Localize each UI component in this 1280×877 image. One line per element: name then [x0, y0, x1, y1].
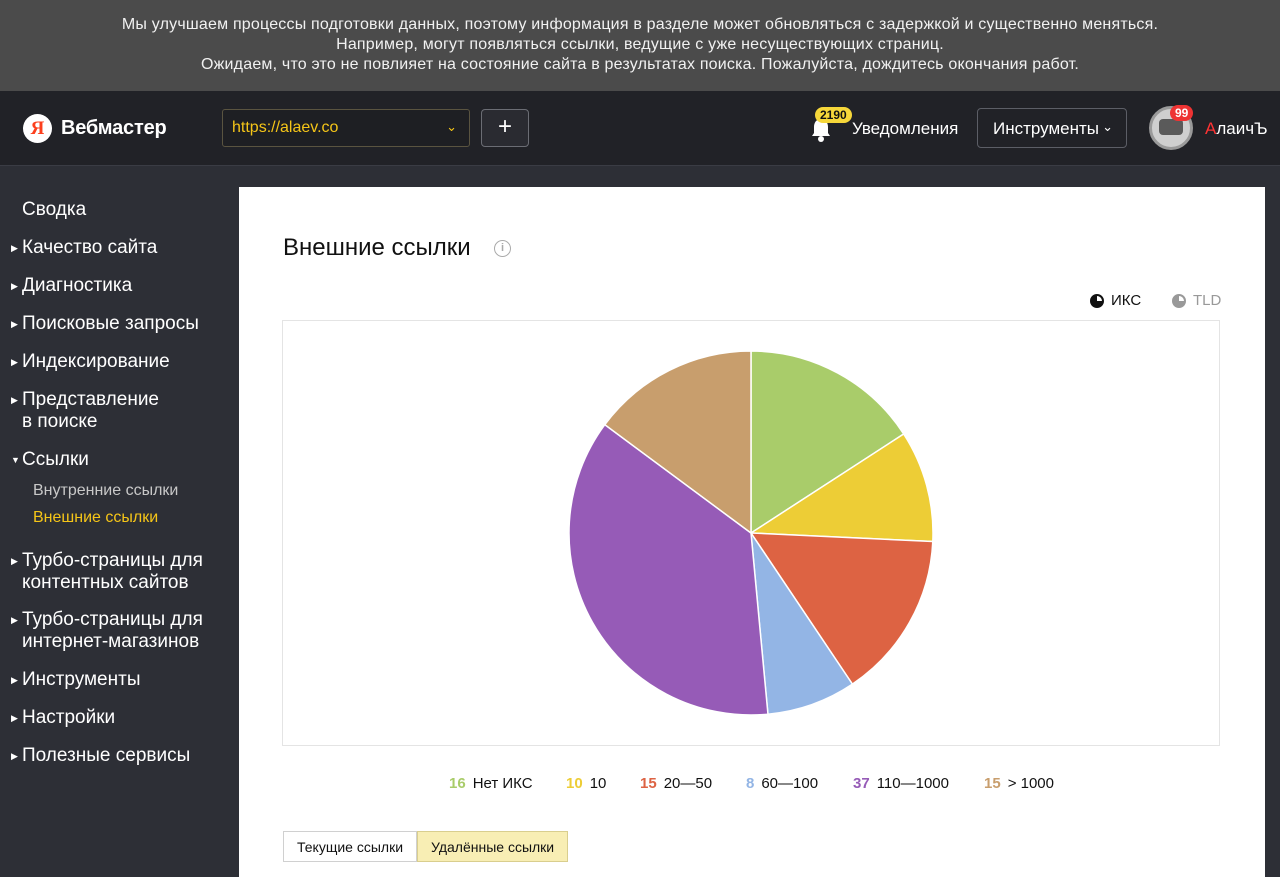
legend-label: Нет ИКС	[472, 775, 533, 792]
legend-item[interactable]: 10 10	[566, 775, 606, 792]
sidebar-item-search-appearance[interactable]: ▶ Представление в поиске	[11, 389, 159, 433]
sidebar-item-label: Турбо-страницы для	[22, 550, 203, 571]
legend-item[interactable]: 15 > 1000	[984, 775, 1054, 792]
caret-down-icon: ▼	[11, 455, 20, 465]
toggle-tld[interactable]: TLD	[1172, 292, 1221, 309]
avatar-image-icon	[1159, 119, 1183, 135]
sidebar-item-label-line2: контентных сайтов	[22, 572, 189, 593]
pie-chart-icon	[1172, 293, 1186, 308]
caret-right-icon: ▶	[11, 556, 18, 566]
sidebar-item-site-quality[interactable]: ▶ Качество сайта	[11, 237, 158, 259]
sidebar-item-label: Представление	[22, 389, 159, 410]
sidebar-item-label: Качество сайта	[22, 237, 158, 258]
user-name-first-letter: А	[1205, 119, 1217, 138]
sidebar-item-indexing[interactable]: ▶ Индексирование	[11, 351, 170, 373]
caret-right-icon: ▶	[11, 319, 18, 329]
notice-line: Ожидаем, что это не повлияет на состояни…	[201, 56, 1079, 73]
webmaster-logo[interactable]: Я Вебмастер	[23, 114, 167, 143]
top-header: Я Вебмастер https://alaev.co ⌄ + 2190 Ув…	[0, 91, 1280, 166]
pie-chart-icon	[1090, 293, 1104, 308]
sidebar-item-label: Диагностика	[22, 275, 133, 296]
notice-line: Например, могут появляться ссылки, ведущ…	[336, 36, 944, 53]
sidebar-item-label: Сводка	[22, 199, 87, 220]
notifications-count-badge: 2190	[815, 107, 852, 123]
caret-right-icon: ▶	[11, 675, 18, 685]
legend-label: 20—50	[663, 775, 713, 792]
toggle-iks-label: ИКС	[1111, 292, 1142, 309]
links-tabs: Текущие ссылки Удалённые ссылки	[283, 831, 569, 862]
main-content: Внешние ссылки i ИКС TLD 16 Нет ИКС 10 10 15…	[239, 187, 1265, 877]
tools-dropdown-button[interactable]: Инструменты ⌄	[977, 108, 1127, 148]
legend-label: 10	[589, 775, 607, 792]
chevron-down-icon: ⌄	[446, 119, 457, 134]
notifications-link[interactable]: Уведомления	[852, 119, 958, 139]
sidebar-item-label: Турбо-страницы для	[22, 609, 203, 630]
add-site-button[interactable]: +	[481, 109, 529, 147]
sidebar: Сводка ▶ Качество сайта ▶ Диагностика ▶ …	[0, 167, 239, 877]
pie-chart	[568, 350, 934, 716]
caret-right-icon: ▶	[11, 713, 18, 723]
user-name[interactable]: АлаичЪ	[1205, 119, 1268, 139]
avatar-badge: 99	[1170, 105, 1194, 121]
sidebar-item-turbo-content[interactable]: ▶ Турбо-страницы для контентных сайтов	[11, 550, 203, 594]
caret-right-icon: ▶	[11, 243, 18, 253]
sidebar-item-label: Полезные сервисы	[22, 745, 191, 766]
sidebar-item-useful-services[interactable]: ▶ Полезные сервисы	[11, 745, 191, 767]
maintenance-notice: Мы улучшаем процессы подготовки данных, …	[0, 0, 1280, 91]
sidebar-subitem-internal-links[interactable]: Внутренние ссылки	[33, 482, 178, 500]
sidebar-item-label: Настройки	[22, 707, 116, 728]
legend-value: 37	[853, 775, 870, 792]
sidebar-item-summary[interactable]: Сводка	[22, 199, 86, 221]
info-icon[interactable]: i	[494, 240, 511, 257]
legend-label: > 1000	[1007, 775, 1054, 792]
legend-item[interactable]: 37 110—1000	[853, 775, 949, 792]
legend-item[interactable]: 16 Нет ИКС	[449, 775, 533, 792]
caret-right-icon: ▶	[11, 615, 18, 625]
site-selector[interactable]: https://alaev.co ⌄	[222, 109, 470, 147]
sidebar-item-label: Инструменты	[22, 669, 141, 690]
sidebar-item-label: Индексирование	[22, 351, 170, 372]
tools-label: Инструменты	[993, 119, 1100, 138]
sidebar-item-label: Поисковые запросы	[22, 313, 199, 334]
legend-value: 8	[746, 775, 755, 792]
pie-chart-container	[282, 320, 1220, 746]
chevron-down-icon: ⌄	[1102, 119, 1113, 134]
caret-right-icon: ▶	[11, 281, 18, 291]
legend-item[interactable]: 15 20—50	[640, 775, 712, 792]
logo-text: Вебмастер	[61, 117, 167, 139]
page-title: Внешние ссылки	[283, 234, 471, 261]
notice-line: Мы улучшаем процессы подготовки данных, …	[121, 16, 1159, 33]
yandex-logo-icon: Я	[23, 114, 52, 143]
legend-value: 15	[984, 775, 1001, 792]
legend-value: 15	[640, 775, 657, 792]
sidebar-item-turbo-shops[interactable]: ▶ Турбо-страницы для интернет-магазинов	[11, 609, 203, 653]
legend-label: 60—100	[761, 775, 819, 792]
legend-value: 10	[566, 775, 583, 792]
sidebar-subitem-external-links[interactable]: Внешние ссылки	[33, 509, 158, 527]
site-url: https://alaev.co	[232, 119, 339, 136]
sidebar-item-settings[interactable]: ▶ Настройки	[11, 707, 116, 729]
sidebar-item-label-line2: в поиске	[22, 411, 98, 432]
sidebar-item-diagnostics[interactable]: ▶ Диагностика	[11, 275, 133, 297]
caret-right-icon: ▶	[11, 751, 18, 761]
sidebar-item-label: Ссылки	[22, 449, 89, 470]
sidebar-item-tools[interactable]: ▶ Инструменты	[11, 669, 141, 691]
user-name-rest: лаичЪ	[1216, 119, 1268, 138]
caret-right-icon: ▶	[11, 357, 18, 367]
caret-right-icon: ▶	[11, 395, 18, 405]
toggle-iks[interactable]: ИКС	[1090, 292, 1141, 309]
legend-value: 16	[449, 775, 466, 792]
tab-deleted-links[interactable]: Удалённые ссылки	[417, 831, 569, 862]
sidebar-item-label-line2: интернет-магазинов	[22, 631, 200, 652]
tab-current-links[interactable]: Текущие ссылки	[283, 831, 418, 862]
legend-item[interactable]: 8 60—100	[746, 775, 818, 792]
sidebar-item-search-queries[interactable]: ▶ Поисковые запросы	[11, 313, 199, 335]
sidebar-item-links[interactable]: ▼ Ссылки	[11, 449, 89, 471]
toggle-tld-label: TLD	[1193, 292, 1222, 309]
legend-label: 110—1000	[876, 775, 949, 792]
